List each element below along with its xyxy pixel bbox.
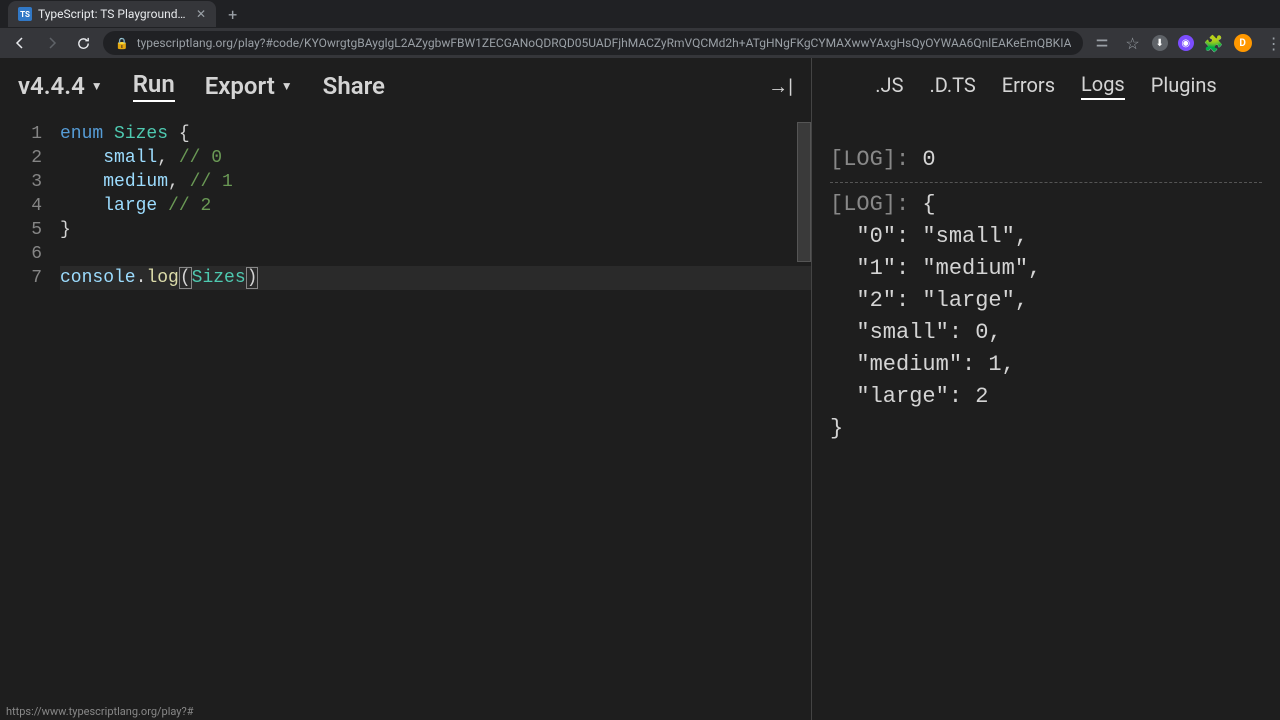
run-button[interactable]: Run (133, 70, 175, 102)
tab-dts[interactable]: .D.TS (929, 73, 975, 99)
line-gutter: 1234567 (0, 122, 60, 720)
bookmark-icon[interactable]: ☆ (1121, 30, 1143, 57)
browser-chrome: TS TypeScript: TS Playground - A ✕ + 🔒 t… (0, 0, 1280, 58)
version-label: v4.4.4 (18, 72, 85, 100)
tab-js[interactable]: .JS (875, 73, 903, 99)
tab-bar: TS TypeScript: TS Playground - A ✕ + (0, 0, 1280, 28)
browser-toolbar: 🔒 typescriptlang.org/play?#code/KYOwrgtg… (0, 28, 1280, 58)
tab-logs[interactable]: Logs (1081, 72, 1125, 100)
new-tab-button[interactable]: + (216, 5, 249, 24)
app-toolbar: v4.4.4 ▼ Run Export ▼ Share →| (0, 58, 811, 114)
close-icon[interactable]: ✕ (194, 7, 208, 21)
reload-button[interactable] (72, 32, 95, 55)
share-button[interactable]: Share (323, 72, 385, 100)
menu-icon[interactable]: ⋮ (1262, 34, 1280, 53)
output-tabs: .JS .D.TS Errors Logs Plugins (812, 58, 1280, 114)
address-bar[interactable]: 🔒 typescriptlang.org/play?#code/KYOwrgtg… (103, 31, 1083, 55)
browser-tab[interactable]: TS TypeScript: TS Playground - A ✕ (8, 1, 216, 27)
ext-icon-1[interactable]: ⬇ (1152, 35, 1168, 51)
tab-title: TypeScript: TS Playground - A (38, 7, 188, 21)
back-button[interactable] (8, 31, 32, 55)
collapse-icon[interactable]: →| (768, 74, 793, 99)
export-dropdown[interactable]: Export ▼ (205, 72, 293, 100)
output-pane: .JS .D.TS Errors Logs Plugins [LOG]: 0[L… (812, 58, 1280, 720)
editor-pane: v4.4.4 ▼ Run Export ▼ Share →| 1234567 e… (0, 58, 812, 720)
export-label: Export (205, 72, 275, 100)
code-area[interactable]: enum Sizes { small, // 0 medium, // 1 la… (60, 122, 811, 720)
extensions-icon[interactable]: 🧩 (1204, 34, 1224, 53)
minimap[interactable] (797, 122, 811, 262)
app-container: v4.4.4 ▼ Run Export ▼ Share →| 1234567 e… (0, 58, 1280, 720)
lock-icon: 🔒 (115, 37, 129, 50)
chevron-down-icon: ▼ (281, 79, 293, 93)
code-editor[interactable]: 1234567 enum Sizes { small, // 0 medium,… (0, 114, 811, 720)
forward-button[interactable] (40, 31, 64, 55)
status-bar: https://www.typescriptlang.org/play?# (0, 703, 199, 720)
output-content: [LOG]: 0[LOG]: { "0": "small", "1": "med… (812, 114, 1280, 720)
search-icon[interactable] (1091, 32, 1113, 54)
ext-icon-2[interactable]: ◉ (1178, 35, 1194, 51)
chevron-down-icon: ▼ (91, 79, 103, 93)
profile-avatar[interactable]: D (1234, 34, 1252, 52)
tab-plugins[interactable]: Plugins (1151, 73, 1217, 99)
url-text: typescriptlang.org/play?#code/KYOwrgtgBA… (137, 36, 1072, 50)
extension-icons: ⬇ ◉ 🧩 D ⋮ (1152, 34, 1280, 53)
tab-errors[interactable]: Errors (1002, 73, 1055, 99)
ts-favicon: TS (18, 7, 32, 21)
version-dropdown[interactable]: v4.4.4 ▼ (18, 72, 103, 100)
